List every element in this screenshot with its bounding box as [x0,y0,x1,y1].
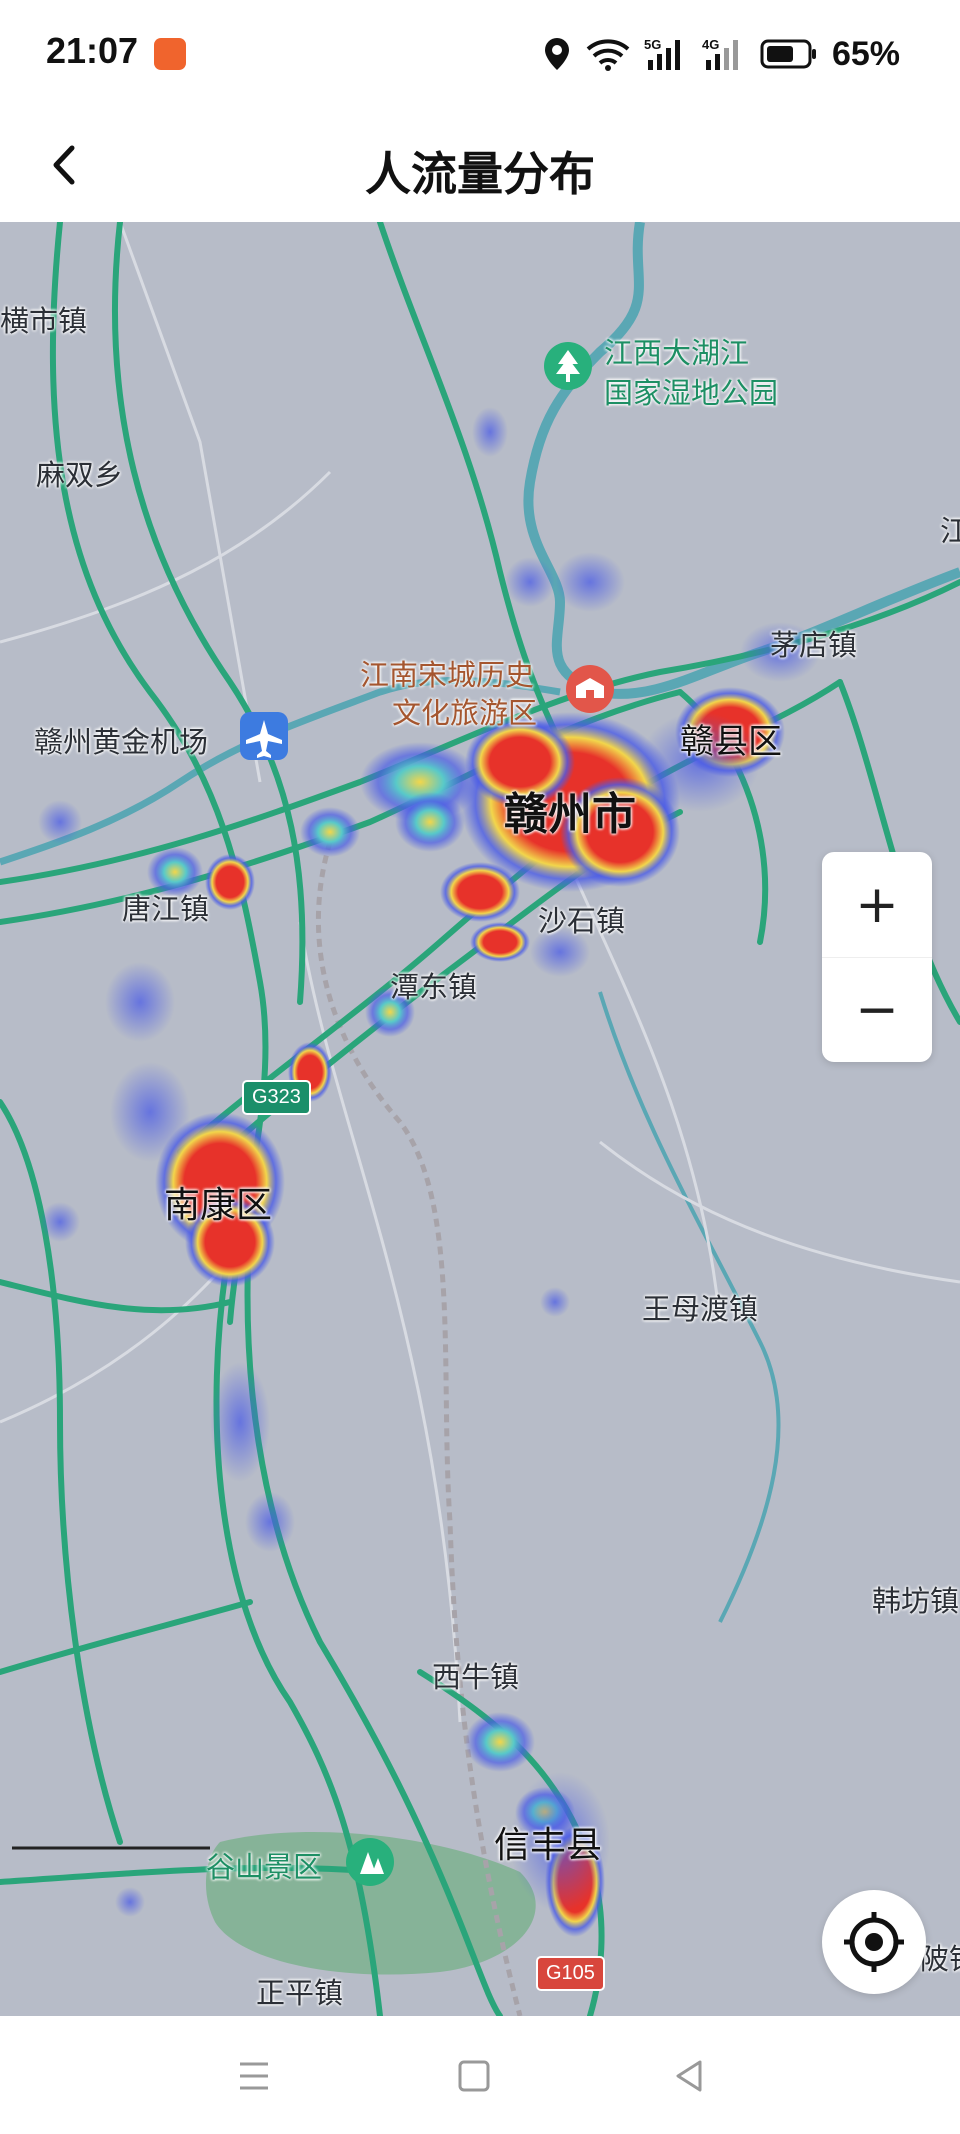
label-xinfeng: 信丰县 [494,1825,603,1866]
status-icons: 5G 4G 65% [542,32,900,76]
label-wetland-park-line2[interactable]: 国家湿地公园 [604,370,778,412]
songcheng-marker [566,665,614,713]
crosshair-icon [844,1912,904,1972]
label-airport[interactable]: 赣州黄金机场 [34,719,208,761]
status-time: 21:07 [46,30,139,71]
location-icon [544,38,569,70]
label-tandong: 潭东镇 [390,970,478,1004]
signal-4g-icon: 4G [702,37,738,70]
heatmap-map[interactable]: 横市镇 麻双乡 江西大湖江 国家湿地公园 江南宋城历史 文化旅游区 茅店镇 赣州… [0,222,960,2016]
wetland-park-marker [544,342,592,390]
label-wetland-park-line1[interactable]: 江西大湖江 [604,330,749,372]
label-songcheng-line1[interactable]: 江南宋城历史 [360,652,534,694]
battery-level: 65% [831,34,900,73]
label-gushan[interactable]: 谷山景区 [206,1844,322,1886]
home-icon[interactable] [454,2056,494,2096]
label-nankang: 南康区 [164,1185,273,1226]
heat-layer [38,407,820,1937]
label-ma-shuang: 麻双乡 [36,458,124,492]
label-shashi: 沙石镇 [538,904,626,938]
label-edge-bo: 陂镇 [920,1942,960,1976]
page-title: 人流量分布 [365,147,595,201]
gushan-marker [346,1838,394,1886]
map-canvas [0,222,960,2016]
battery-icon [760,39,816,69]
label-heng-shi: 横市镇 [0,304,88,338]
zoom-out-button[interactable]: − [822,957,932,1062]
wifi-icon [586,39,630,71]
svg-text:5G: 5G [644,37,661,52]
app-notification-icon [154,38,186,70]
highway-shield-g105: G105 [536,1956,605,1991]
locate-button[interactable] [822,1890,926,1994]
zoom-in-button[interactable]: + [822,852,932,958]
airport-marker [240,712,288,760]
system-nav-bar [0,2016,960,2134]
status-bar: 21:07 5G 4G 65% [0,0,960,110]
label-ganxian: 赣县区 [680,722,782,762]
highway-shield-g323: G323 [242,1080,311,1115]
label-xiniu: 西牛镇 [432,1660,520,1694]
back-nav-icon[interactable] [670,2056,710,2096]
signal-5g-icon: 5G [644,37,680,70]
menu-icon[interactable] [234,2056,274,2096]
label-hanfang: 韩坊镇 [872,1584,960,1618]
header: 人流量分布 [0,110,960,222]
river [523,222,960,699]
svg-text:4G: 4G [702,37,719,52]
label-songcheng-line2[interactable]: 文化旅游区 [392,690,537,732]
zoom-control: + − [822,852,932,1062]
label-maodian: 茅店镇 [770,628,858,662]
label-wangmudu: 王母渡镇 [642,1292,759,1326]
label-edge-jiang: 江 [940,514,960,548]
label-ganzhou: 赣州市 [504,789,636,840]
label-tangjiang: 唐江镇 [122,892,210,926]
label-zhengping: 正平镇 [256,1976,344,2010]
